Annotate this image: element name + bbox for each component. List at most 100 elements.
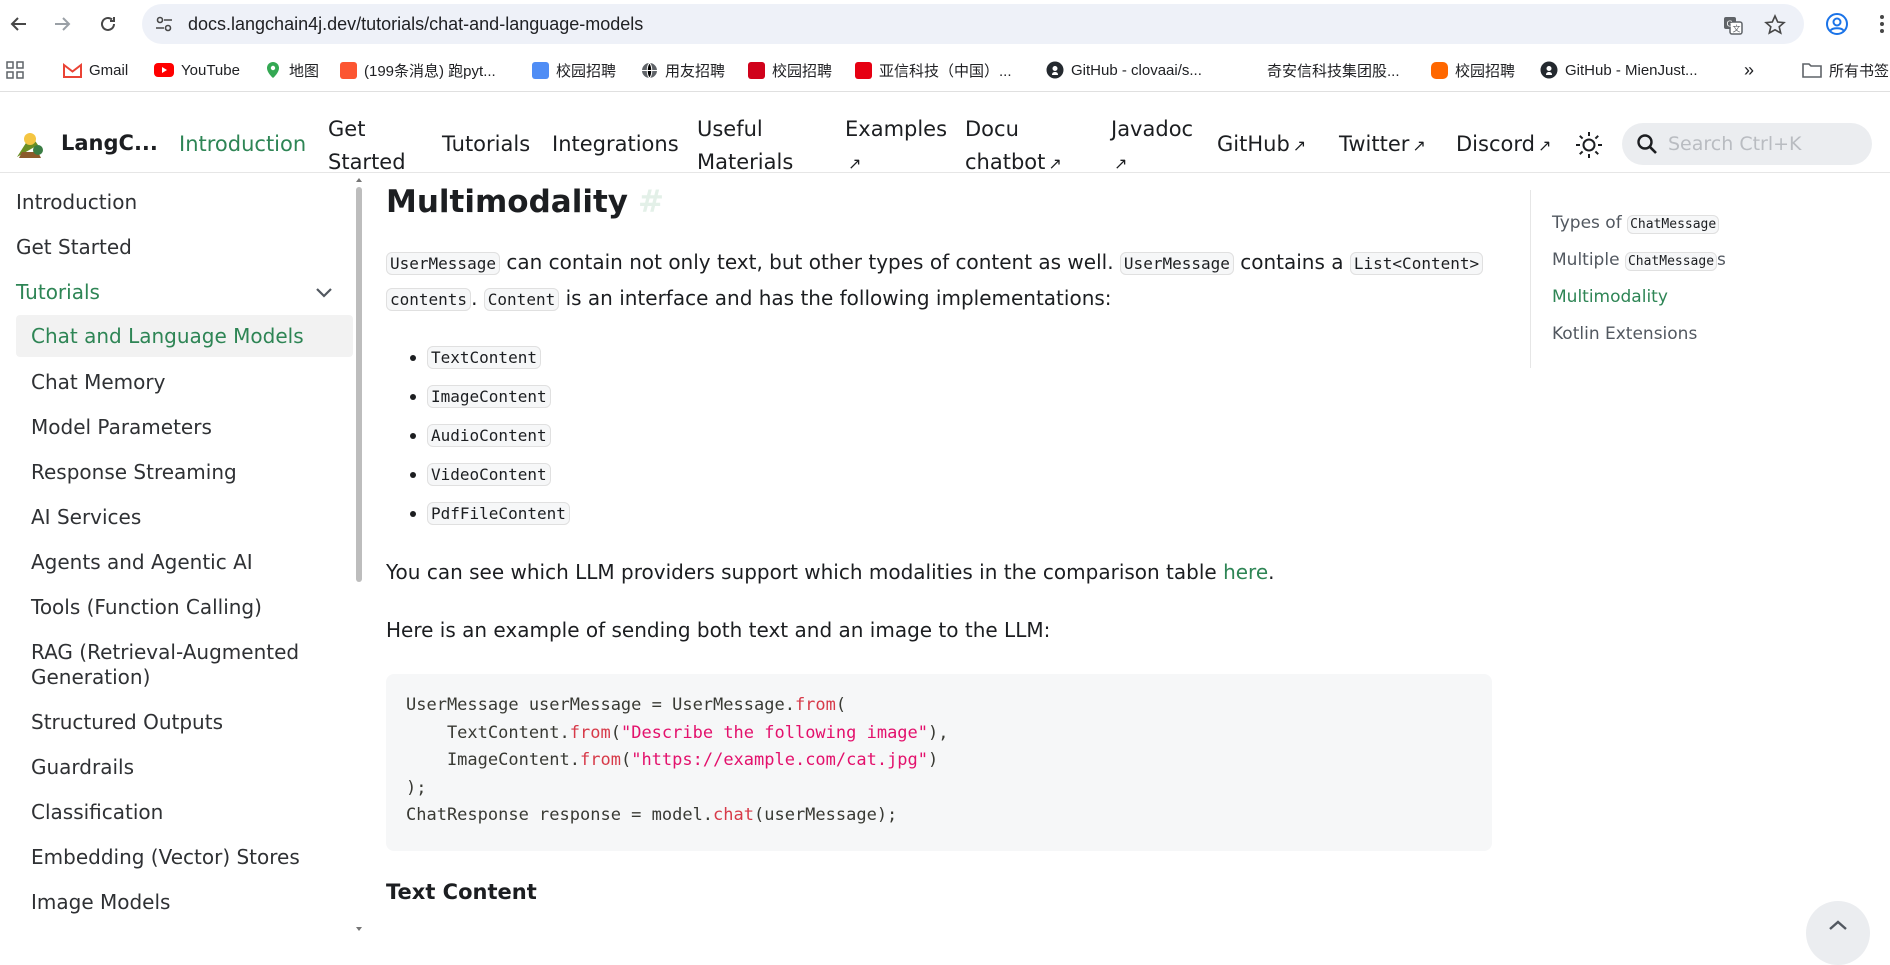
bookmark-item[interactable]: YouTube (154, 58, 240, 82)
inline-code: Content (483, 288, 560, 311)
sidebar-scroll-thumb[interactable] (356, 187, 362, 582)
code-line: ChatResponse response = model.chat(userM… (406, 805, 898, 825)
sidebar-item-structured-outputs[interactable]: Structured Outputs (31, 710, 223, 734)
bookmark-item[interactable]: 奇安信科技集团股... (1243, 58, 1400, 82)
bookmark-item[interactable]: GitHub - clovaai/s... (1046, 58, 1202, 82)
paragraph-text: . (1268, 560, 1275, 584)
sidebar-item-response-streaming[interactable]: Response Streaming (31, 460, 237, 484)
nav-discord[interactable]: Discord ↗ (1456, 128, 1551, 162)
globe-icon (642, 62, 657, 78)
nav-javadoc[interactable]: Javadoc ↗ (1111, 113, 1193, 180)
profile-icon[interactable] (1823, 10, 1851, 38)
toc-item-multimodality[interactable]: Multimodality (1552, 287, 1668, 307)
nav-github[interactable]: GitHub ↗ (1217, 128, 1306, 162)
section-heading: Multimodality # (386, 184, 664, 220)
toc-item-types-of-chatmessage[interactable]: Types of ChatMessage (1552, 213, 1720, 234)
list-item: PdfFileContent (410, 494, 570, 533)
bookmark-label: GitHub - MienJust... (1565, 61, 1698, 79)
sidebar-item-tutorials[interactable]: Tutorials (16, 280, 100, 304)
bookmark-item[interactable]: 用友招聘 (641, 58, 725, 82)
apps-icon[interactable] (6, 58, 24, 82)
forward-icon[interactable] (48, 10, 76, 38)
code-line: ); (406, 777, 427, 798)
sidebar-item-tools[interactable]: Tools (Function Calling) (31, 595, 262, 619)
address-bar[interactable]: docs.langchain4j.dev/tutorials/chat-and-… (142, 4, 1804, 44)
brand-name[interactable]: LangC... (61, 131, 158, 155)
paragraph-text: is an interface and has the following im… (559, 286, 1112, 310)
bookmark-item[interactable]: (199条消息) 跑pyt... (340, 58, 496, 82)
gmail-icon (63, 62, 82, 78)
youtube-icon (154, 63, 174, 77)
nav-docu-chatbot[interactable]: Docu chatbot ↗ (965, 113, 1062, 180)
sidebar-item-get-started[interactable]: Get Started (16, 235, 132, 259)
bookmark-item[interactable]: 校园招聘 (748, 58, 832, 82)
implementations-list: TextContent ImageContent AudioContent Vi… (410, 338, 570, 533)
back-to-top-button[interactable] (1806, 901, 1870, 965)
nav-tutorials[interactable]: Tutorials (442, 128, 530, 161)
search-input[interactable]: Search Ctrl+K (1622, 123, 1872, 165)
heading-anchor-link[interactable]: # (638, 184, 664, 220)
nav-examples[interactable]: Examples ↗ (845, 113, 947, 180)
inline-code: ChatMessage (1627, 215, 1720, 234)
sidebar-item-agents[interactable]: Agents and Agentic AI (31, 550, 253, 574)
list-item: TextContent (410, 338, 570, 377)
external-link-icon: ↗ (1412, 136, 1426, 155)
toc-item-kotlin-extensions[interactable]: Kotlin Extensions (1552, 324, 1697, 344)
toc-item-multiple-chatmessages[interactable]: Multiple ChatMessage s (1552, 250, 1726, 271)
comparison-table-link[interactable]: here (1223, 560, 1268, 584)
chevron-up-icon (1829, 920, 1847, 930)
providers-paragraph: You can see which LLM providers support … (386, 555, 1501, 590)
bookmark-item[interactable]: 校园招聘 (532, 58, 616, 82)
bookmark-item[interactable]: GitHub - MienJust... (1540, 58, 1698, 82)
nav-label: Examples (845, 117, 948, 141)
bookmark-label: GitHub - clovaai/s... (1071, 61, 1202, 79)
sidebar-item-classification[interactable]: Classification (31, 800, 163, 824)
intro-paragraph: UserMessage can contain not only text, b… (386, 245, 1501, 317)
sidebar-item-image-models[interactable]: Image Models (31, 890, 170, 914)
bookmark-label: 亚信科技（中国）... (879, 62, 1012, 80)
docs-sidebar: Introduction Get Started Tutorials Chat … (0, 174, 353, 935)
toc-text: Multiple (1552, 250, 1625, 270)
theme-toggle-sun-icon[interactable] (1574, 130, 1604, 160)
sidebar-item-guardrails[interactable]: Guardrails (31, 755, 134, 779)
sidebar-item-embedding-stores[interactable]: Embedding (Vector) Stores (31, 845, 300, 869)
nav-get-started[interactable]: Get Started (328, 113, 406, 179)
nav-introduction[interactable]: Introduction (179, 128, 306, 161)
sidebar-item-rag[interactable]: RAG (Retrieval-Augmented Generation) (31, 640, 299, 690)
translate-icon[interactable]: G文 (1722, 14, 1744, 36)
back-icon[interactable] (5, 10, 33, 38)
reload-icon[interactable] (94, 10, 122, 38)
site-info-icon[interactable] (154, 14, 174, 34)
inline-code: AudioContent (427, 424, 551, 447)
inline-code: ImageContent (427, 385, 551, 408)
sidebar-item-introduction[interactable]: Introduction (16, 190, 137, 214)
bookmark-item[interactable]: 校园招聘 (1431, 58, 1515, 82)
code-block[interactable]: UserMessage userMessage = UserMessage.fr… (386, 674, 1492, 851)
maps-icon (267, 62, 279, 78)
nav-label: Get (328, 117, 366, 141)
paragraph-text: contains a (1233, 250, 1350, 274)
subsection-heading: Text Content (386, 880, 537, 904)
sidebar-item-chat-memory[interactable]: Chat Memory (31, 370, 165, 394)
nav-useful-materials[interactable]: Useful Materials (697, 113, 793, 179)
sidebar-item-model-parameters[interactable]: Model Parameters (31, 415, 212, 439)
bookmarks-overflow-button[interactable]: » (1744, 58, 1754, 82)
nav-label: Discord (1456, 132, 1535, 156)
menu-icon[interactable] (1868, 10, 1890, 38)
sidebar-item-ai-services[interactable]: AI Services (31, 505, 141, 529)
bookmark-star-icon[interactable] (1764, 14, 1786, 36)
bookmark-label: 奇安信科技集团股... (1267, 62, 1400, 80)
nav-integrations[interactable]: Integrations (552, 128, 679, 161)
bookmark-item[interactable]: Gmail (63, 58, 128, 82)
url-text[interactable]: docs.langchain4j.dev/tutorials/chat-and-… (188, 14, 643, 35)
bookmark-item[interactable]: 地图 (264, 58, 319, 82)
nav-twitter[interactable]: Twitter ↗ (1339, 128, 1426, 162)
inline-code: contents (386, 288, 472, 311)
bookmark-item[interactable]: 亚信科技（中国）... (855, 58, 1012, 82)
chevron-down-icon[interactable] (312, 280, 336, 304)
langchain4j-logo-icon[interactable] (14, 130, 48, 160)
bookmark-item[interactable]: 所有书签 (1802, 58, 1889, 82)
list-item: VideoContent (410, 455, 570, 494)
nav-label: Materials (697, 150, 794, 174)
external-link-icon: ↗ (1292, 136, 1307, 155)
